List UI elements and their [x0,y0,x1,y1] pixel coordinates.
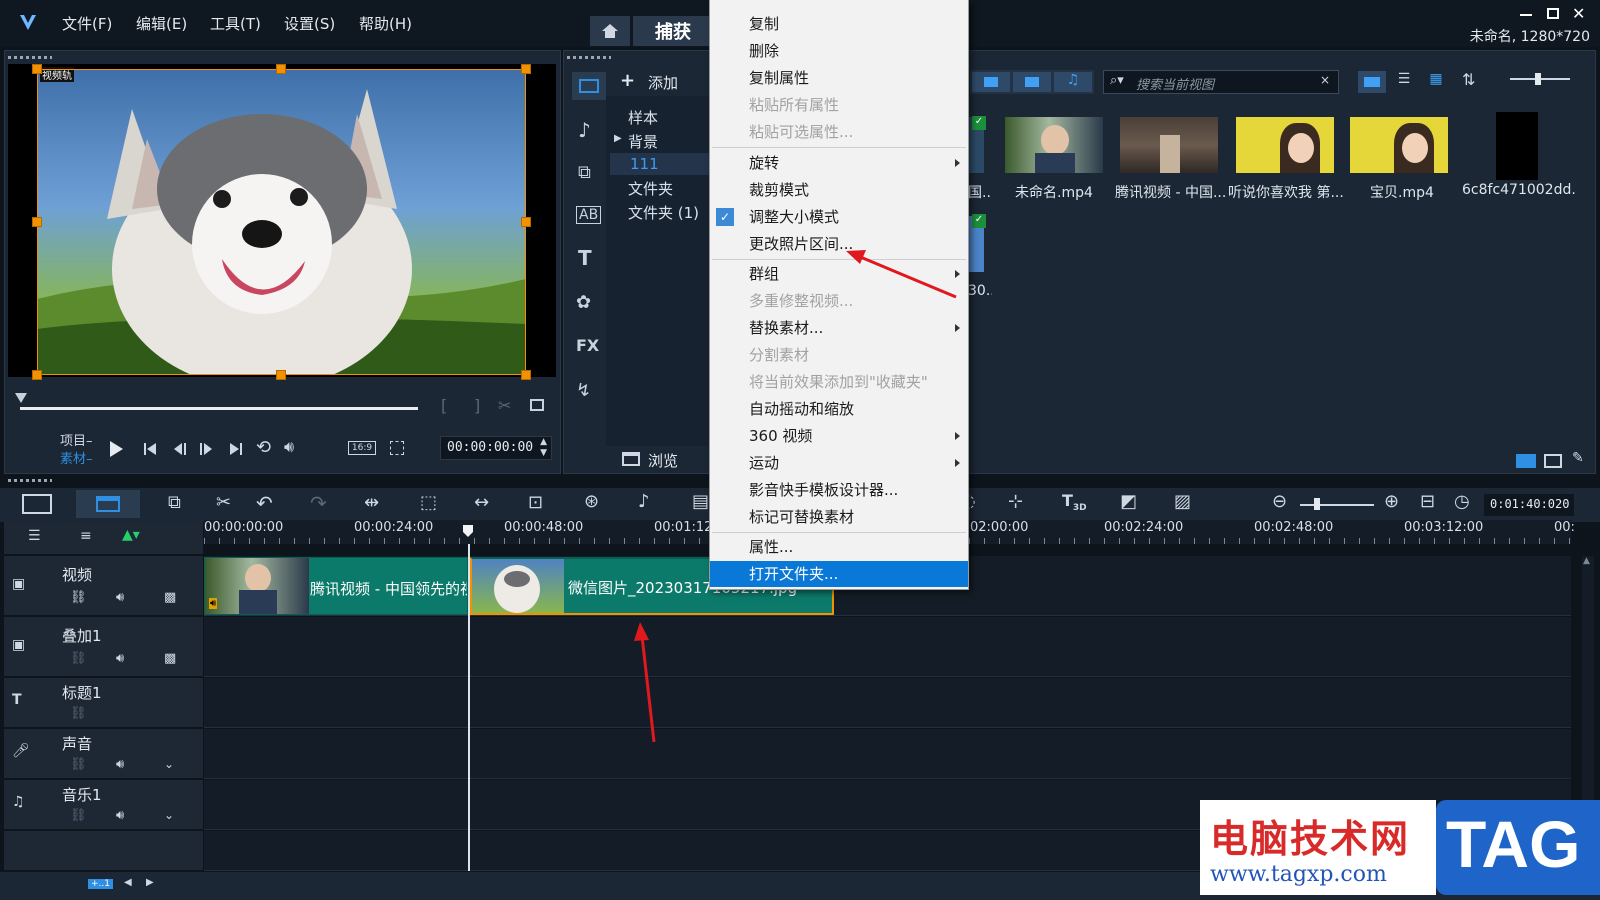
tag-text: TAG [1446,807,1581,881]
annotation-arrowhead [634,622,649,641]
tag-badge: TAG [1436,800,1600,895]
annotation-arrow [857,254,957,299]
annotation-arrow [640,635,656,743]
annotation-arrowhead [846,250,866,264]
watermark: 电脑技术网 www.tagxp.com TAG [1200,800,1600,900]
annotation-arrows [634,250,957,743]
watermark-url: www.tagxp.com [1210,862,1387,887]
watermark-title: 电脑技术网 [1210,817,1411,861]
